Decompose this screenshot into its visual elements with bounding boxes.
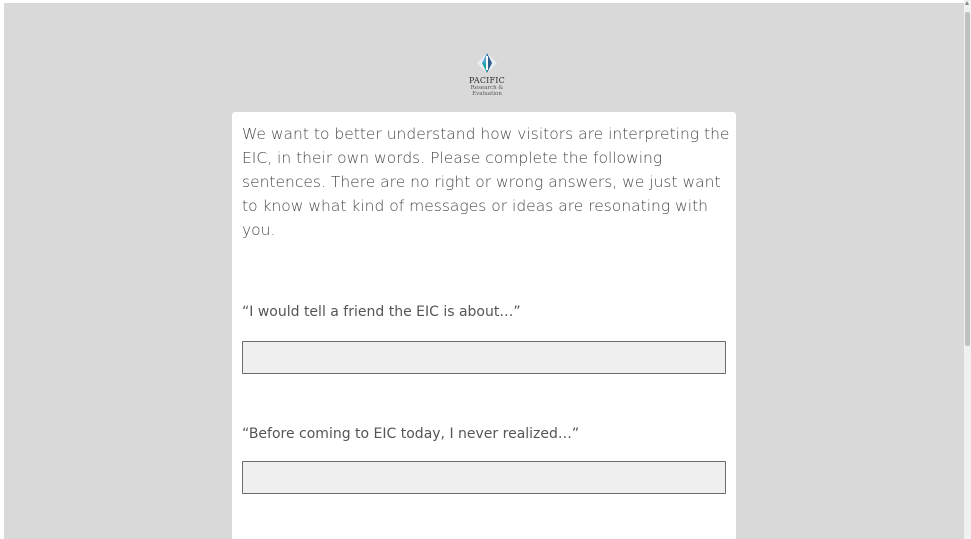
question-2-answer-input[interactable]: [242, 461, 726, 494]
scroll-up-arrow-icon[interactable]: [965, 1, 969, 5]
logo-name: PACIFIC: [469, 76, 505, 85]
question-1-answer-input[interactable]: [242, 341, 726, 374]
question-2-label: “Before coming to EIC today, I never rea…: [242, 426, 580, 442]
survey-page: PACIFIC Research & Evaluation We want to…: [0, 0, 971, 539]
scrollbar-thumb[interactable]: [965, 12, 970, 346]
survey-intro-text: We want to better understand how visitor…: [242, 125, 730, 239]
pacific-research-logo: PACIFIC Research & Evaluation: [462, 52, 512, 104]
diamond-logo-icon: [477, 53, 497, 73]
question-1-label: “I would tell a friend the EIC is about……: [242, 304, 521, 320]
vertical-scrollbar[interactable]: [964, 0, 971, 539]
survey-card: We want to better understand how visitor…: [232, 112, 736, 539]
logo-subtitle-line-2: Evaluation: [472, 91, 502, 97]
